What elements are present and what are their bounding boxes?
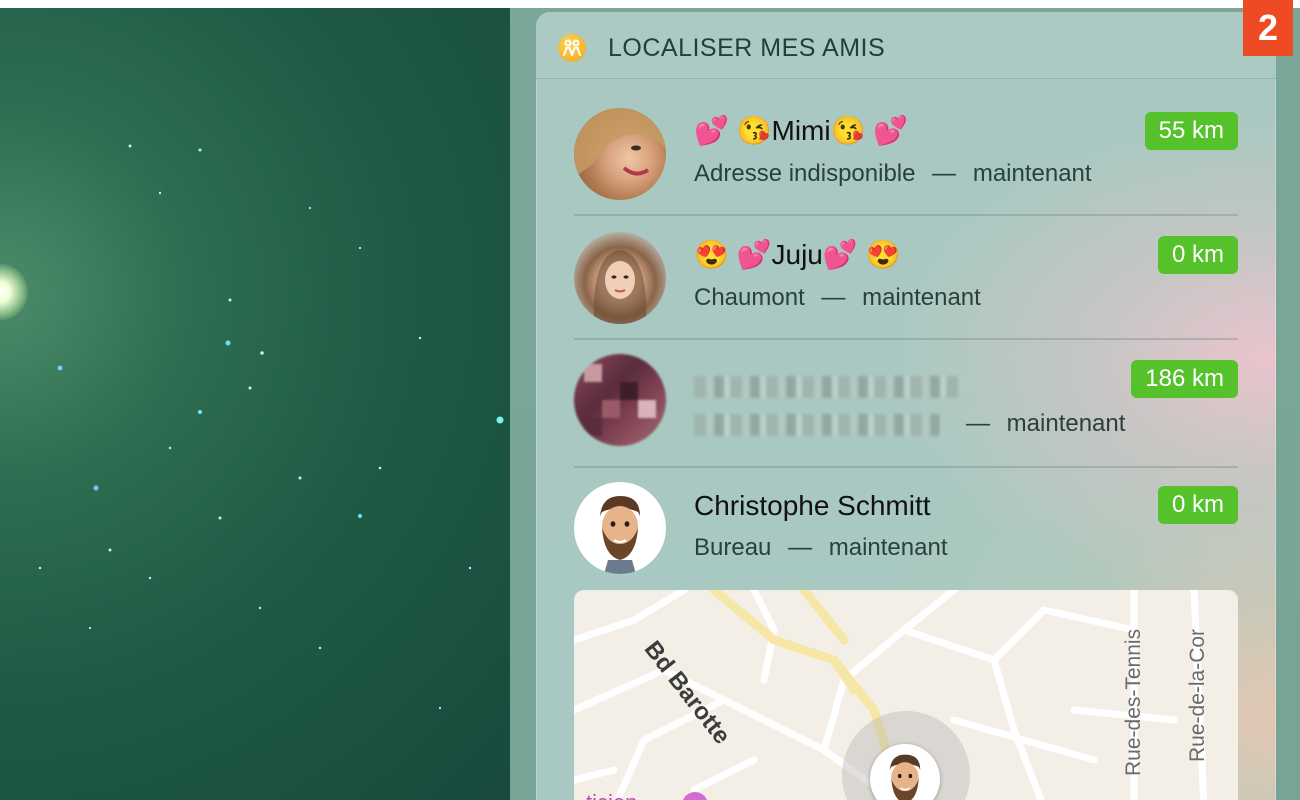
separator: — — [788, 534, 813, 561]
people-icon — [563, 39, 581, 56]
distance-badge: 0 km — [1157, 486, 1238, 524]
location-map[interactable]: Bd Barotte Rue-des-Tennis Rue-de-la-Cor … — [574, 590, 1238, 800]
poi-label: ticien — [586, 790, 637, 800]
friend-location: Adresse indisponible — [694, 160, 916, 187]
friend-status: Bureau — maintenant — [694, 534, 947, 562]
avatar-blurred — [574, 354, 666, 446]
distance-badge: 55 km — [1144, 112, 1238, 150]
friend-time: maintenant — [972, 160, 1092, 187]
memoji-icon — [600, 496, 640, 574]
avatar — [574, 232, 666, 324]
distance-badge: 0 km — [1157, 236, 1238, 274]
friend-name: 😍 💕Juju💕 😍 — [694, 239, 901, 270]
redacted-name — [694, 376, 964, 398]
street-label: Rue-des-Tennis — [1122, 628, 1145, 776]
wallpaper-stars — [38, 144, 504, 710]
friend-time: maintenant — [1006, 410, 1126, 437]
find-friends-icon[interactable] — [558, 34, 586, 62]
separator: — — [821, 284, 846, 311]
friend-location: Chaumont — [694, 284, 805, 311]
avatar-pixelated — [584, 364, 656, 436]
separator: — — [966, 410, 990, 437]
screen: LOCALISER MES AMIS 💕 😘Mimi😘 💕 Adresse in… — [0, 8, 1300, 800]
friend-row-selected[interactable]: Christophe Schmitt Bureau — maintenant 0… — [574, 466, 1238, 590]
avatar-photo — [593, 250, 647, 324]
memoji-avatar — [574, 482, 666, 574]
friend-status: — maintenant — [956, 410, 1125, 438]
friend-time: maintenant — [862, 284, 981, 311]
friend-location: Bureau — [694, 534, 772, 561]
friend-status: Adresse indisponible — maintenant — [694, 160, 1092, 188]
friend-row[interactable]: 💕 😘Mimi😘 💕 Adresse indisponible — mainte… — [574, 92, 1238, 216]
separator: — — [932, 160, 957, 187]
distance-badge: 186 km — [1131, 360, 1238, 398]
avatar — [574, 108, 666, 200]
desktop-wallpaper — [0, 8, 512, 800]
friend-name: Christophe Schmitt — [694, 490, 931, 521]
friend-row[interactable]: 😍 💕Juju💕 😍 Chaumont — maintenant 0 km — [574, 216, 1238, 340]
friend-row[interactable]: — maintenant 186 km — [574, 340, 1238, 468]
friend-name: 💕 😘Mimi😘 💕 — [694, 115, 909, 146]
friend-time: maintenant — [828, 534, 948, 561]
street-label: Rue-de-la-Cor — [1186, 628, 1209, 762]
widget-header: LOCALISER MES AMIS — [536, 12, 1276, 79]
step-number-badge: 2 — [1243, 0, 1293, 56]
friend-status: Chaumont — maintenant — [694, 284, 981, 312]
avatar-photo — [574, 108, 666, 178]
redacted-location — [694, 414, 942, 436]
widget-title: LOCALISER MES AMIS — [608, 34, 886, 62]
